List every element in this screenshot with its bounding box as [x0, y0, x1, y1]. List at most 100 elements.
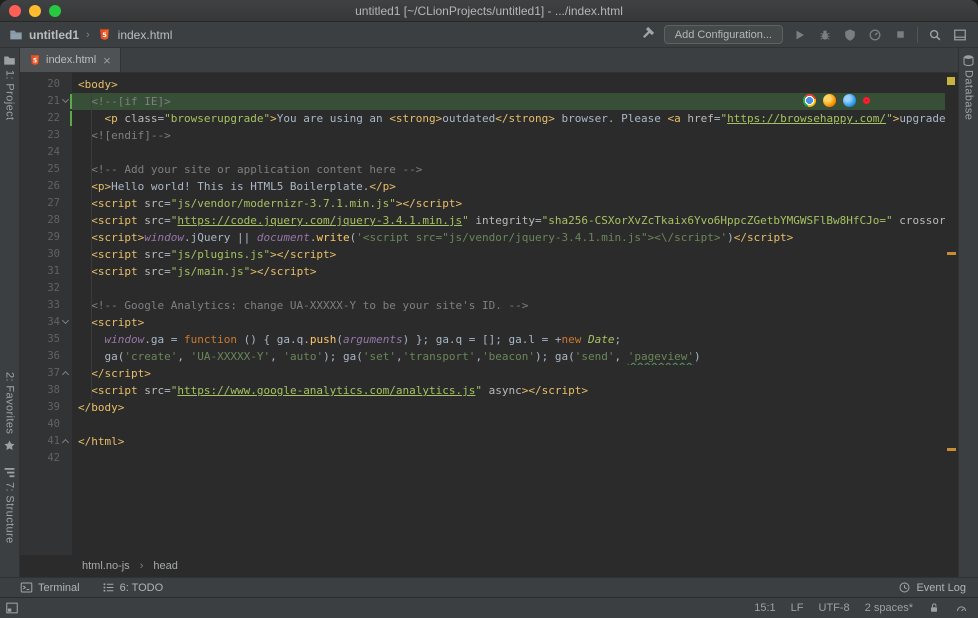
line-number[interactable]: 26 — [20, 178, 72, 195]
profiler-icon[interactable] — [867, 27, 883, 43]
code-text[interactable]: <script src="https://www.google-analytic… — [72, 382, 945, 399]
line-number[interactable]: 22 — [20, 110, 72, 127]
breadcrumb-item-html[interactable]: html.no-js — [82, 560, 130, 572]
fold-marker-icon[interactable] — [62, 439, 69, 446]
tab-index-html[interactable]: 5 index.html × — [20, 48, 121, 72]
todo-button[interactable]: 6: TODO — [102, 581, 164, 594]
line-number[interactable]: 42 — [20, 450, 72, 467]
line-number[interactable]: 37 — [20, 365, 72, 382]
code-text[interactable]: <body> — [72, 76, 945, 93]
line-number[interactable]: 34 — [20, 314, 72, 331]
code-line[interactable]: 22 <p class="browserupgrade">You are usi… — [20, 110, 945, 127]
breadcrumb-file[interactable]: index.html — [118, 28, 173, 42]
firefox-icon[interactable] — [823, 94, 836, 107]
add-configuration-button[interactable]: Add Configuration... — [664, 25, 783, 44]
code-text[interactable] — [72, 144, 945, 161]
line-number[interactable]: 41 — [20, 433, 72, 450]
code-line[interactable]: 27 <script src="js/vendor/modernizr-3.7.… — [20, 195, 945, 212]
terminal-button[interactable]: Terminal — [20, 581, 80, 594]
code-line[interactable]: 40 — [20, 416, 945, 433]
hammer-icon[interactable] — [639, 27, 655, 43]
event-log-button[interactable]: Event Log — [898, 581, 966, 594]
line-number[interactable]: 24 — [20, 144, 72, 161]
minimize-window-button[interactable] — [29, 5, 41, 17]
code-text[interactable]: </script> — [72, 365, 945, 382]
code-text[interactable]: <![endif]--> — [72, 127, 945, 144]
code-line[interactable]: 38 <script src="https://www.google-analy… — [20, 382, 945, 399]
fold-marker-icon[interactable] — [62, 96, 69, 103]
code-line[interactable]: 41</html> — [20, 433, 945, 450]
warning-stripe-mark[interactable] — [947, 252, 956, 255]
line-number[interactable]: 35 — [20, 331, 72, 348]
line-separator[interactable]: LF — [791, 602, 804, 614]
line-number[interactable]: 40 — [20, 416, 72, 433]
code-text[interactable]: <script src="js/plugins.js"></script> — [72, 246, 945, 263]
line-number[interactable]: 33 — [20, 297, 72, 314]
code-text[interactable]: <script src="https://code.jquery.com/jqu… — [72, 212, 945, 229]
lock-icon[interactable] — [928, 602, 940, 614]
tool-stripe-project[interactable]: 1: Project — [4, 70, 16, 120]
caret-position[interactable]: 15:1 — [754, 602, 775, 614]
line-number[interactable]: 30 — [20, 246, 72, 263]
code-line[interactable]: 20<body> — [20, 76, 945, 93]
tab-close-icon[interactable]: × — [103, 54, 111, 67]
file-encoding[interactable]: UTF-8 — [819, 602, 850, 614]
code-text[interactable] — [72, 280, 945, 297]
line-number[interactable]: 32 — [20, 280, 72, 297]
indent-config[interactable]: 2 spaces* — [865, 602, 913, 614]
code-line[interactable]: 42 — [20, 450, 945, 467]
tool-windows-icon[interactable] — [5, 601, 19, 615]
code-line[interactable]: 25 <!-- Add your site or application con… — [20, 161, 945, 178]
code-line[interactable]: 35 window.ga = function () { ga.q.push(a… — [20, 331, 945, 348]
search-icon[interactable] — [927, 27, 943, 43]
code-text[interactable]: <script src="js/main.js"></script> — [72, 263, 945, 280]
code-line[interactable]: 32 — [20, 280, 945, 297]
code-line[interactable]: 29 <script>window.jQuery || document.wri… — [20, 229, 945, 246]
code-text[interactable]: <script>window.jQuery || document.write(… — [72, 229, 945, 246]
code-line[interactable]: 30 <script src="js/plugins.js"></script> — [20, 246, 945, 263]
code-line[interactable]: 34 <script> — [20, 314, 945, 331]
line-number[interactable]: 25 — [20, 161, 72, 178]
close-window-button[interactable] — [9, 5, 21, 17]
stop-icon[interactable] — [892, 27, 908, 43]
run-icon[interactable] — [792, 27, 808, 43]
code-line[interactable]: 24 — [20, 144, 945, 161]
chrome-icon[interactable] — [803, 94, 816, 107]
opera-icon[interactable] — [863, 97, 870, 104]
code-line[interactable]: 28 <script src="https://code.jquery.com/… — [20, 212, 945, 229]
code-line[interactable]: 23 <![endif]--> — [20, 127, 945, 144]
code-line[interactable]: 31 <script src="js/main.js"></script> — [20, 263, 945, 280]
safari-icon[interactable] — [843, 94, 856, 107]
line-number[interactable]: 20 — [20, 76, 72, 93]
line-number[interactable]: 39 — [20, 399, 72, 416]
inspections-status-icon[interactable] — [947, 77, 955, 85]
code-text[interactable] — [72, 416, 945, 433]
zoom-window-button[interactable] — [49, 5, 61, 17]
code-line[interactable]: 33 <!-- Google Analytics: change UA-XXXX… — [20, 297, 945, 314]
code-text[interactable]: <p class="browserupgrade">You are using … — [72, 110, 945, 127]
debug-icon[interactable] — [817, 27, 833, 43]
line-number[interactable]: 28 — [20, 212, 72, 229]
breadcrumb-item-head[interactable]: head — [153, 560, 177, 572]
fold-marker-icon[interactable] — [62, 371, 69, 378]
titlebar[interactable]: untitled1 [~/CLionProjects/untitled1] - … — [0, 0, 978, 22]
code-text[interactable]: <p>Hello world! This is HTML5 Boilerplat… — [72, 178, 945, 195]
editor[interactable]: 20<body>21 <!--[if IE]>22 <p class="brow… — [20, 73, 958, 555]
line-number[interactable]: 21 — [20, 93, 72, 110]
code-text[interactable]: <!-- Add your site or application conten… — [72, 161, 945, 178]
code-text[interactable] — [72, 450, 945, 467]
code-text[interactable]: <script> — [72, 314, 945, 331]
line-number[interactable]: 36 — [20, 348, 72, 365]
fold-marker-icon[interactable] — [62, 317, 69, 324]
code-line[interactable]: 37 </script> — [20, 365, 945, 382]
line-number[interactable]: 31 — [20, 263, 72, 280]
code-text[interactable]: </html> — [72, 433, 945, 450]
coverage-icon[interactable] — [842, 27, 858, 43]
code-line[interactable]: 39</body> — [20, 399, 945, 416]
tool-stripe-favorites[interactable]: 2: Favorites — [4, 372, 16, 434]
code-line[interactable]: 26 <p>Hello world! This is HTML5 Boilerp… — [20, 178, 945, 195]
code-text[interactable]: </body> — [72, 399, 945, 416]
code-text[interactable]: window.ga = function () { ga.q.push(argu… — [72, 331, 945, 348]
line-number[interactable]: 27 — [20, 195, 72, 212]
code-text[interactable]: <script src="js/vendor/modernizr-3.7.1.m… — [72, 195, 945, 212]
